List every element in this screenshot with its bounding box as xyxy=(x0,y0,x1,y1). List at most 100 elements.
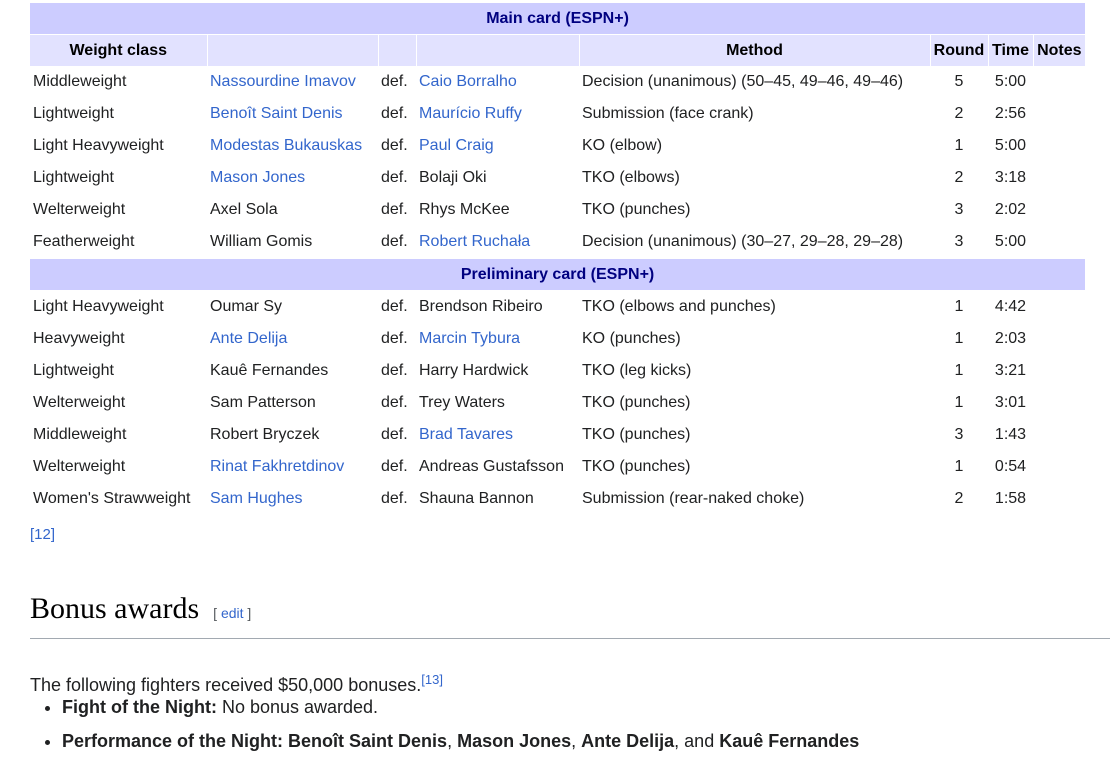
main-card-title: Main card (ESPN+) xyxy=(30,2,1086,35)
notes-cell xyxy=(1033,194,1085,226)
round-cell: 1 xyxy=(954,458,964,475)
prelim-card-header-row: Preliminary card (ESPN+) xyxy=(30,258,1086,291)
fotn-text: No bonus awarded. xyxy=(216,697,379,717)
fighter-link[interactable]: Rinat Fakhretdinov xyxy=(210,458,344,475)
weight-class-cell: Lightweight xyxy=(33,362,114,379)
time-cell: 4:42 xyxy=(994,298,1027,315)
def-cell: def. xyxy=(381,458,408,475)
table-row: Welterweight Axel Sola def. Rhys McKee TKO (… xyxy=(30,194,1085,226)
fighter-link[interactable]: Marcin Tybura xyxy=(419,330,520,347)
edit-section: [ edit ] xyxy=(213,605,251,621)
def-cell: def. xyxy=(381,426,408,443)
potn-label: Performance of the Night: xyxy=(62,731,284,751)
notes-cell xyxy=(1033,323,1085,355)
weight-class-cell: Middleweight xyxy=(33,426,127,443)
notes-cell xyxy=(1033,162,1085,194)
method-cell: TKO (elbows) xyxy=(582,169,680,186)
fighter-link[interactable]: Nassourdine Imavov xyxy=(210,73,356,90)
table-row: Middleweight Nassourdine Imavov def. Caio B… xyxy=(30,66,1085,98)
round-cell: 3 xyxy=(954,233,964,250)
notes-cell xyxy=(1033,419,1085,451)
time-cell: 5:00 xyxy=(994,73,1027,90)
winner-cell: Benoît Saint Denis xyxy=(207,98,378,130)
col-method: Method xyxy=(578,34,930,66)
fighter-link[interactable]: Paul Craig xyxy=(419,137,494,154)
table-row: Welterweight Sam Patterson def. Trey Waters… xyxy=(30,387,1085,419)
fighter-link[interactable]: Mason Jones xyxy=(210,169,305,186)
method-cell: Submission (face crank) xyxy=(582,105,754,122)
fighter-link[interactable]: Maurício Ruffy xyxy=(419,105,522,122)
weight-class-cell: Welterweight xyxy=(33,394,126,411)
time-cell: 1:43 xyxy=(994,426,1027,443)
round-cell: 1 xyxy=(954,137,964,154)
time-cell: 3:21 xyxy=(994,362,1027,379)
def-cell: def. xyxy=(381,298,408,315)
loser-cell: Trey Waters xyxy=(419,394,505,411)
weight-class-cell: Lightweight xyxy=(33,169,114,186)
fighter-link[interactable]: Sam Hughes xyxy=(210,490,303,507)
loser-cell: Bolaji Oki xyxy=(419,169,487,186)
table-row: Women's Strawweight Sam Hughes def. Shauna … xyxy=(30,483,1085,515)
reference-link[interactable]: [12] xyxy=(30,526,55,543)
loser-cell: Maurício Ruffy xyxy=(416,98,579,130)
def-cell: def. xyxy=(381,394,408,411)
winner-cell: Ante Delija xyxy=(207,323,378,355)
potn-name: Benoît Saint Denis xyxy=(288,731,448,751)
round-cell: 3 xyxy=(954,201,964,218)
weight-class-cell: Heavyweight xyxy=(33,330,125,347)
def-cell: def. xyxy=(381,169,408,186)
winner-cell: Kauê Fernandes xyxy=(210,362,329,379)
round-cell: 3 xyxy=(954,426,964,443)
time-cell: 2:02 xyxy=(994,201,1027,218)
fighter-link[interactable]: Modestas Bukauskas xyxy=(210,137,362,154)
time-cell: 5:00 xyxy=(994,137,1027,154)
notes-cell xyxy=(1033,98,1085,130)
time-cell: 1:58 xyxy=(994,490,1027,507)
table-row: Middleweight Robert Bryczek def. Brad Tavar… xyxy=(30,419,1085,451)
notes-cell xyxy=(1033,66,1085,98)
method-cell: KO (elbow) xyxy=(582,137,663,154)
performance-of-the-night-item: Performance of the Night: Benoît Saint D… xyxy=(62,730,859,753)
winner-cell: Nassourdine Imavov xyxy=(207,66,378,98)
fighter-link[interactable]: Caio Borralho xyxy=(419,73,517,90)
fotn-label: Fight of the Night: xyxy=(62,697,217,717)
notes-cell xyxy=(1033,387,1085,419)
bonus-section-heading: Bonus awards [ edit ] xyxy=(30,592,1110,639)
bonus-intro-ref[interactable]: [13] xyxy=(421,672,443,687)
method-cell: TKO (elbows and punches) xyxy=(582,298,776,315)
fighter-link[interactable]: Benoît Saint Denis xyxy=(210,105,343,122)
col-round: Round xyxy=(929,34,988,66)
prelim-card-title: Preliminary card (ESPN+) xyxy=(30,258,1086,291)
method-cell: TKO (punches) xyxy=(582,201,691,218)
method-cell: KO (punches) xyxy=(582,330,681,347)
prelim-card-body: Light Heavyweight Oumar Sy def. Brendson Ri… xyxy=(30,291,1085,516)
round-cell: 1 xyxy=(954,362,964,379)
main-card-header-row: Main card (ESPN+) xyxy=(30,2,1086,35)
table-row: Lightweight Benoît Saint Denis def. Mauríci… xyxy=(30,98,1085,130)
winner-cell: Axel Sola xyxy=(210,201,278,218)
round-cell: 1 xyxy=(954,394,964,411)
fighter-link[interactable]: Brad Tavares xyxy=(419,426,513,443)
edit-bracket-close: ] xyxy=(247,605,252,621)
potn-name: Ante Delija xyxy=(581,731,675,751)
potn-name: Mason Jones xyxy=(457,731,572,751)
loser-cell: Andreas Gustafsson xyxy=(419,458,564,475)
round-cell: 1 xyxy=(954,330,964,347)
fighter-link[interactable]: Robert Ruchała xyxy=(419,233,530,250)
edit-link[interactable]: edit xyxy=(221,605,244,621)
loser-cell: Marcin Tybura xyxy=(416,323,579,355)
fighter-link[interactable]: Ante Delija xyxy=(210,330,287,347)
weight-class-cell: Welterweight xyxy=(33,458,126,475)
winner-cell: Rinat Fakhretdinov xyxy=(207,451,378,483)
loser-cell: Harry Hardwick xyxy=(419,362,529,379)
potn-separator: , xyxy=(447,731,458,751)
notes-cell xyxy=(1033,226,1085,259)
notes-cell xyxy=(1033,483,1085,515)
fight-of-the-night-item: Fight of the Night: No bonus awarded. xyxy=(62,696,859,719)
method-cell: TKO (punches) xyxy=(582,458,691,475)
col-loser xyxy=(415,34,579,66)
table-row: Lightweight Kauê Fernandes def. Harry Hardw… xyxy=(30,355,1085,387)
loser-cell: Shauna Bannon xyxy=(419,490,534,507)
method-cell: Decision (unanimous) (50–45, 49–46, 49–4… xyxy=(582,73,904,90)
method-cell: TKO (leg kicks) xyxy=(582,362,692,379)
